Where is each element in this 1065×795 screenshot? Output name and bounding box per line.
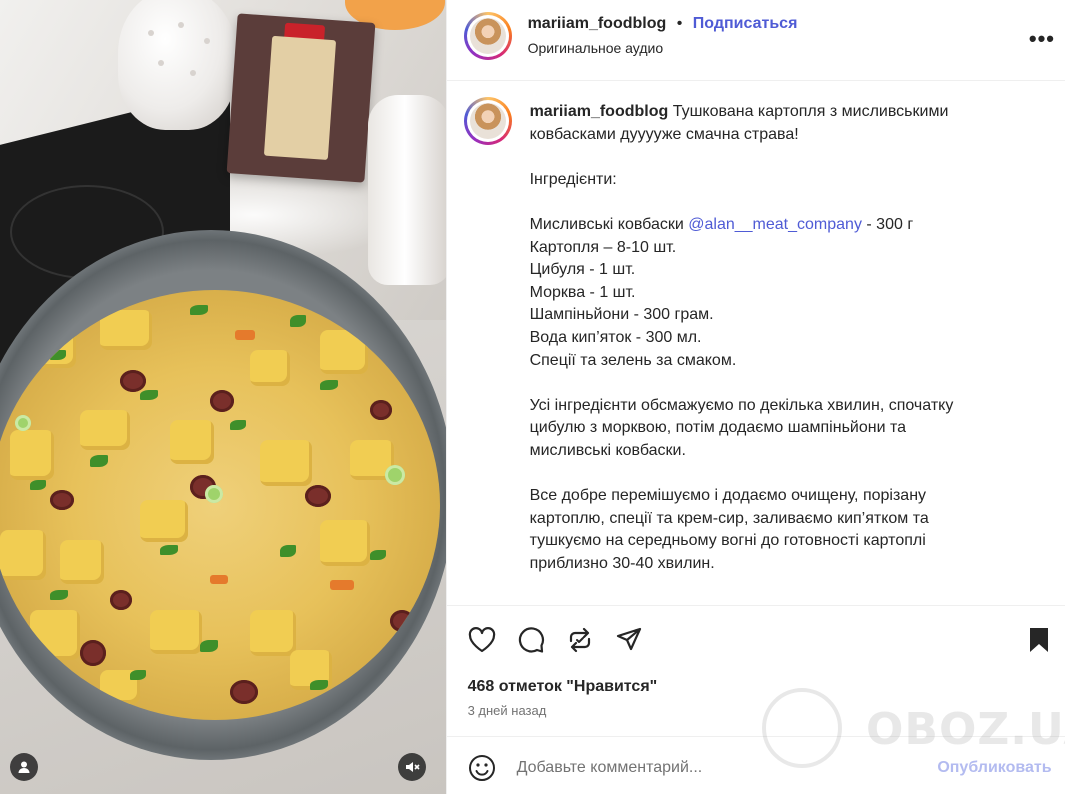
follow-button[interactable]: Подписаться bbox=[693, 15, 798, 32]
separator-dot: • bbox=[676, 15, 683, 32]
white-mug bbox=[368, 95, 446, 285]
username-link[interactable]: mariiam_foodblog bbox=[528, 15, 667, 32]
share-button[interactable] bbox=[613, 624, 645, 656]
header-user-row: mariiam_foodblog • Подписаться bbox=[528, 15, 798, 33]
action-bar: 468 отметок "Нравится" 3 дней назад bbox=[446, 605, 1065, 736]
repost-icon bbox=[569, 627, 590, 653]
emoji-button[interactable] bbox=[467, 753, 497, 783]
comment-input[interactable]: Добавьте комментарий... bbox=[517, 759, 703, 777]
package-label bbox=[263, 35, 337, 161]
post-media[interactable] bbox=[0, 0, 446, 794]
comment-composer: Добавьте комментарий... Опубликовать bbox=[446, 736, 1065, 795]
avatar[interactable] bbox=[463, 12, 512, 60]
ingredient-line: Спеції та зелень за смаком. bbox=[529, 351, 737, 369]
ingredient-line: Морква - 1 шт. bbox=[529, 283, 636, 301]
emoji-icon bbox=[468, 755, 495, 781]
repost-button[interactable] bbox=[564, 624, 596, 656]
caption-scroll-area[interactable]: mariiam_foodblog Тушкована картопля з ми… bbox=[447, 81, 1065, 606]
stew-dish bbox=[0, 290, 440, 720]
ingredient-line: Цибуля - 1 шт. bbox=[529, 261, 636, 279]
bookmark-icon bbox=[1029, 628, 1048, 652]
instagram-post-view: mariiam_foodblog • Подписаться Оригиналь… bbox=[0, 0, 1065, 794]
ceramic-vase bbox=[118, 0, 236, 130]
recipe-step: Все добре перемішуємо і додаємо очищену,… bbox=[529, 487, 929, 572]
send-icon bbox=[616, 627, 641, 651]
ingredient-line: Картопля – 8-10 шт. bbox=[529, 238, 677, 256]
publish-button[interactable]: Опубликовать bbox=[937, 759, 1051, 777]
ingredient-line: Вода кип’яток - 300 мл. bbox=[529, 328, 702, 346]
user-icon bbox=[18, 761, 30, 773]
ingredients-heading: Інгредієнти: bbox=[529, 170, 617, 188]
heart-icon bbox=[468, 627, 495, 653]
post-header: mariiam_foodblog • Подписаться Оригиналь… bbox=[446, 0, 1065, 81]
more-options-button[interactable]: ••• bbox=[1029, 26, 1055, 52]
comment-button[interactable] bbox=[515, 624, 547, 656]
ingredient-line: Шампіньйони - 300 грам. bbox=[529, 306, 714, 324]
muted-speaker-icon bbox=[406, 762, 420, 772]
comment-icon bbox=[518, 627, 544, 653]
post-caption: mariiam_foodblog Тушкована картопля з ми… bbox=[530, 101, 970, 575]
caption-username[interactable]: mariiam_foodblog bbox=[530, 103, 669, 120]
mute-button[interactable] bbox=[398, 753, 426, 781]
likes-count[interactable]: 468 отметок "Нравится" bbox=[468, 678, 658, 696]
caption-avatar[interactable] bbox=[463, 97, 512, 145]
tagged-users-button[interactable] bbox=[10, 753, 38, 781]
mention-link[interactable]: @alan__meat_company bbox=[688, 216, 862, 233]
post-sidebar: mariiam_foodblog • Подписаться Оригиналь… bbox=[445, 0, 1065, 795]
ingredient-line: Мисливські ковбаски @alan__meat_company … bbox=[529, 215, 914, 233]
save-button[interactable] bbox=[1025, 624, 1053, 656]
audio-link[interactable]: Оригинальное аудио bbox=[528, 40, 664, 56]
sausage-package bbox=[226, 13, 376, 183]
post-date[interactable]: 3 дней назад bbox=[468, 703, 547, 718]
like-button[interactable] bbox=[466, 624, 498, 656]
recipe-step: Усі інгредієнти обсмажуємо по декілька х… bbox=[529, 396, 954, 459]
